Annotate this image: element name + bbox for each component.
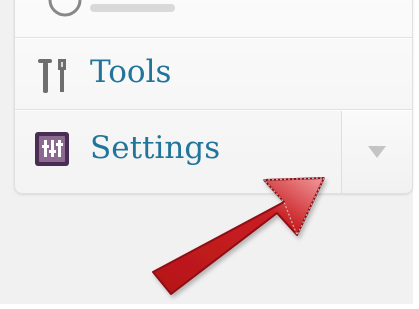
bottom-strip	[0, 304, 419, 309]
settings-submenu-toggle[interactable]	[341, 111, 412, 193]
tools-icon	[38, 59, 66, 93]
partial-circle-icon	[48, 0, 82, 17]
right-strip	[413, 0, 419, 309]
menu-item-tools-label[interactable]: Tools	[90, 57, 171, 88]
chevron-down-icon	[368, 146, 386, 158]
settings-icon	[35, 132, 69, 166]
menu-item-settings[interactable]: Settings	[15, 110, 412, 193]
menu-item-settings-label[interactable]: Settings	[90, 133, 220, 164]
menu-item-tools[interactable]: Tools	[15, 38, 412, 110]
menu-item-partial[interactable]	[15, 0, 412, 38]
admin-sidebar-menu: Tools Settings	[14, 0, 413, 194]
menu-item-partial-label	[90, 4, 175, 12]
